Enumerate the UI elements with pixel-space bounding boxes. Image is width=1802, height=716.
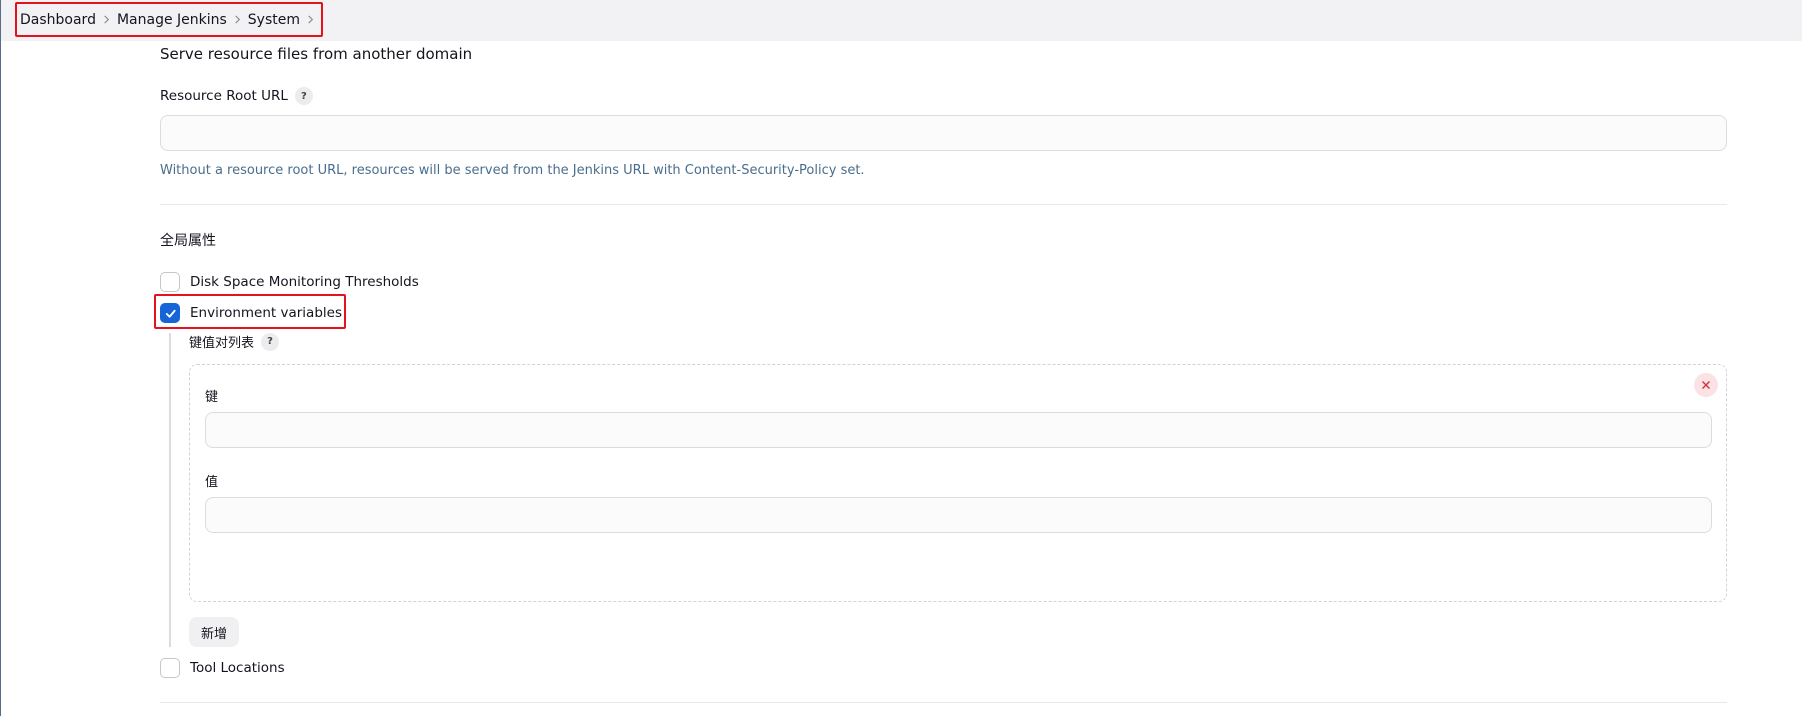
breadcrumb-manage-jenkins[interactable]: Manage Jenkins [117, 12, 227, 28]
key-label: 键 [205, 390, 219, 405]
tool-locations-option[interactable]: Tool Locations [160, 658, 285, 678]
key-value-list-label: 键值对列表 ? [189, 332, 280, 351]
value-label: 值 [205, 475, 219, 490]
delete-entry-button[interactable] [1694, 373, 1718, 397]
breadcrumb-dashboard[interactable]: Dashboard [20, 12, 96, 28]
resource-section-title: Serve resource files from another domain [160, 45, 473, 63]
key-value-entry [189, 364, 1727, 602]
disk-space-label[interactable]: Disk Space Monitoring Thresholds [190, 274, 419, 290]
help-icon[interactable]: ? [261, 332, 280, 351]
chevron-right-icon[interactable] [227, 12, 248, 28]
breadcrumb-system[interactable]: System [248, 12, 300, 28]
help-icon[interactable]: ? [294, 87, 313, 105]
value-input[interactable] [205, 497, 1712, 533]
breadcrumb-bar: Dashboard Manage Jenkins System [1, 0, 1802, 41]
check-icon [165, 309, 176, 318]
resource-root-url-input[interactable] [160, 115, 1727, 151]
env-vars-checkbox[interactable] [160, 303, 180, 323]
disk-space-checkbox[interactable] [160, 272, 180, 292]
resource-root-url-hint: Without a resource root URL, resources w… [160, 163, 865, 178]
disk-space-option[interactable]: Disk Space Monitoring Thresholds [160, 272, 419, 292]
env-vars-option[interactable]: Environment variables [160, 303, 342, 323]
global-properties-title: 全局属性 [160, 233, 216, 249]
section-divider [160, 702, 1727, 703]
close-icon [1702, 381, 1710, 389]
nested-section-line [169, 333, 171, 647]
resource-root-url-label-text: Resource Root URL [160, 88, 288, 104]
key-input[interactable] [205, 412, 1712, 448]
key-value-list-label-text: 键值对列表 [189, 336, 255, 351]
resource-root-url-label: Resource Root URL ? [160, 87, 313, 105]
breadcrumb: Dashboard Manage Jenkins System [15, 2, 323, 37]
add-entry-button[interactable]: 新增 [189, 617, 240, 647]
chevron-right-icon[interactable] [96, 12, 117, 28]
window-edge [0, 0, 1, 716]
tool-locations-checkbox[interactable] [160, 658, 180, 678]
section-divider [160, 204, 1727, 205]
env-vars-label[interactable]: Environment variables [190, 305, 342, 321]
tool-locations-label[interactable]: Tool Locations [190, 660, 285, 676]
chevron-right-icon[interactable] [300, 12, 321, 28]
